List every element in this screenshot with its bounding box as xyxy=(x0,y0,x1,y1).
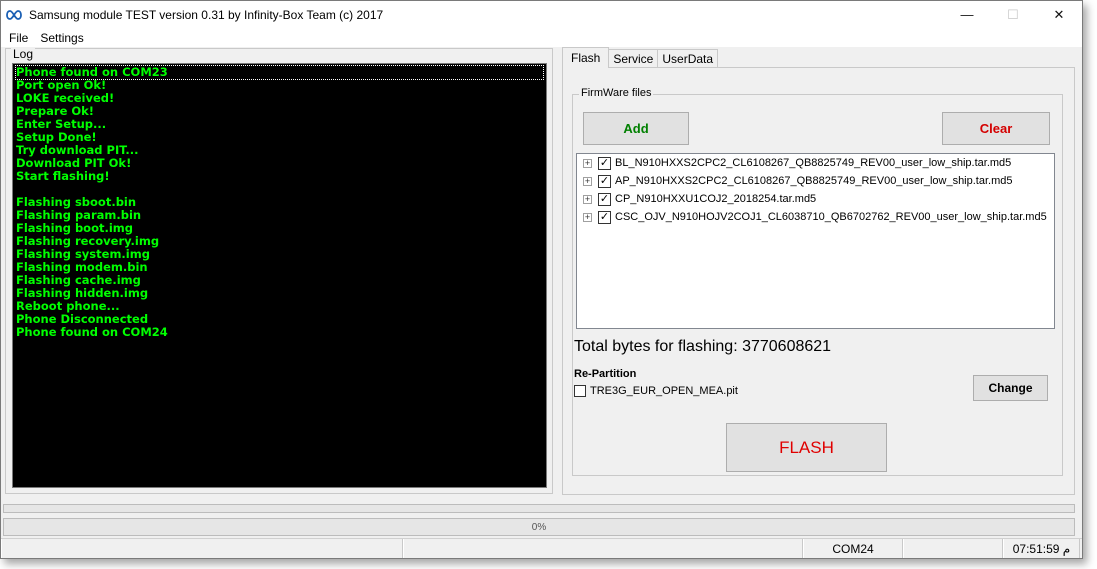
flash-button[interactable]: FLASH xyxy=(726,423,887,472)
tab-flash[interactable]: Flash xyxy=(562,47,610,68)
log-line: Phone found on COM24 xyxy=(16,325,168,339)
menu-file[interactable]: File xyxy=(5,31,32,45)
menu-settings[interactable]: Settings xyxy=(36,31,87,45)
tab-service[interactable]: Service xyxy=(608,49,659,68)
firmware-legend: FirmWare files xyxy=(579,87,654,99)
clear-button[interactable]: Clear xyxy=(942,112,1050,145)
file-name: BL_N910HXXS2CPC2_CL6108267_QB8825749_REV… xyxy=(615,157,1012,169)
file-checkbox[interactable]: ✓ xyxy=(598,156,611,170)
log-line: Start flashing! xyxy=(16,169,110,183)
flash-panel: FirmWare files Add Clear + ✓ BL_N910HXXS… xyxy=(562,67,1075,495)
list-item[interactable]: + ✓ CP_N910HXXU1COJ2_2018254.tar.md5 xyxy=(577,190,1054,208)
close-button[interactable]: ✕ xyxy=(1036,1,1082,28)
file-checkbox[interactable]: ✓ xyxy=(598,192,611,206)
status-port: COM24 xyxy=(803,539,903,558)
status-time: 07:51:59 م xyxy=(1003,539,1080,558)
list-item[interactable]: + ✓ AP_N910HXXS2CPC2_CL6108267_QB8825749… xyxy=(577,172,1054,190)
log-line: LOKE received! xyxy=(16,91,115,105)
log-group: Log Phone found on COM23 Port open Ok! L… xyxy=(5,48,553,494)
file-checkbox[interactable]: ✓ xyxy=(598,210,611,224)
file-name: AP_N910HXXS2CPC2_CL6108267_QB8825749_REV… xyxy=(615,175,1013,187)
repartition-row: TRE3G_EUR_OPEN_MEA.pit xyxy=(574,385,738,397)
title-bar: Samsung module TEST version 0.31 by Infi… xyxy=(1,1,1082,28)
tab-strip: Flash Service UserData xyxy=(562,47,719,68)
pit-file-name: TRE3G_EUR_OPEN_MEA.pit xyxy=(590,385,738,397)
file-checkbox[interactable]: ✓ xyxy=(598,174,611,188)
firmware-group: FirmWare files Add Clear + ✓ BL_N910HXXS… xyxy=(572,87,1063,476)
status-cell-4 xyxy=(903,539,1003,558)
progress-bar-top xyxy=(3,504,1075,513)
log-output[interactable]: Phone found on COM23 Port open Ok! LOKE … xyxy=(12,63,547,488)
expand-icon[interactable]: + xyxy=(583,176,592,186)
infinity-icon xyxy=(5,8,25,22)
expand-icon[interactable]: + xyxy=(583,158,592,168)
window-title: Samsung module TEST version 0.31 by Infi… xyxy=(29,7,384,22)
file-name: CSC_OJV_N910HOJV2COJ1_CL6038710_QB670276… xyxy=(615,211,1047,223)
status-cell-2 xyxy=(403,539,803,558)
main-window: Samsung module TEST version 0.31 by Infi… xyxy=(0,0,1083,559)
tab-userdata[interactable]: UserData xyxy=(657,49,719,68)
minimize-button[interactable]: — xyxy=(944,1,990,28)
expand-icon[interactable]: + xyxy=(583,212,592,222)
change-button[interactable]: Change xyxy=(973,375,1048,401)
add-button[interactable]: Add xyxy=(583,112,689,145)
list-item[interactable]: + ✓ CSC_OJV_N910HOJV2COJ1_CL6038710_QB67… xyxy=(577,208,1054,226)
list-item[interactable]: + ✓ BL_N910HXXS2CPC2_CL6108267_QB8825749… xyxy=(577,154,1054,172)
menu-bar: File Settings xyxy=(1,28,1082,47)
maximize-button[interactable]: ☐ xyxy=(990,1,1036,28)
status-cell-1 xyxy=(1,539,403,558)
repartition-label: Re-Partition xyxy=(574,368,637,380)
progress-bar-bottom: 0% xyxy=(3,518,1075,536)
progress-percent: 0% xyxy=(531,521,547,533)
status-bar: COM24 07:51:59 م xyxy=(1,538,1082,558)
file-name: CP_N910HXXU1COJ2_2018254.tar.md5 xyxy=(615,193,817,205)
repartition-checkbox[interactable] xyxy=(574,385,586,397)
log-legend: Log xyxy=(11,47,36,61)
firmware-file-list[interactable]: + ✓ BL_N910HXXS2CPC2_CL6108267_QB8825749… xyxy=(576,153,1055,329)
total-bytes-label: Total bytes for flashing: 3770608621 xyxy=(574,338,832,355)
expand-icon[interactable]: + xyxy=(583,194,592,204)
